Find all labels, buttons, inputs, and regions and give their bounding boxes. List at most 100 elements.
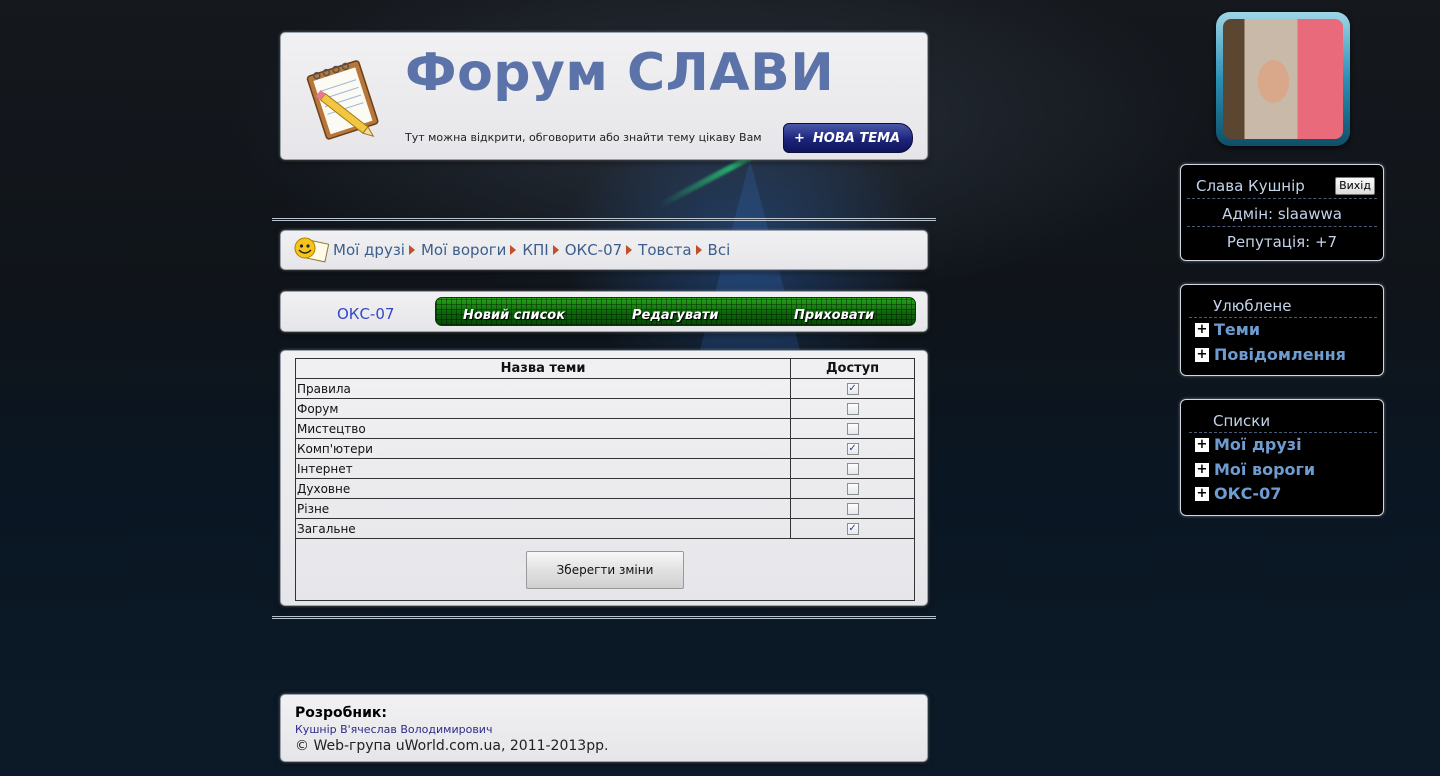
favorites-messages-label: Повідомлення [1214,345,1346,364]
table-header-row: Назва теми Доступ [294,358,915,379]
breadcrumb-enemies[interactable]: Мої вороги [421,241,506,259]
list-actions-bar: Новий список Редагувати Приховати [435,297,916,326]
lists-item-oks07[interactable]: + ОКС-07 [1195,484,1281,503]
table-row: Різне [294,498,915,519]
access-cell: ✓ [790,518,915,539]
reputation: Репутація: +7 [1226,233,1338,251]
topic-name: Загальне [294,518,792,539]
edit-button[interactable]: Редагувати [632,308,719,323]
developer-title: Розробник: [295,705,388,721]
table-row: Загальне ✓ [294,518,915,539]
breadcrumb: Мої друзі Мої вороги КПІ ОКС-07 Товста В… [280,230,928,270]
forum-header: Форум СЛАВИ Тут можна відкрити, обговори… [280,32,928,160]
notepad-pencil-icon [306,60,379,140]
favorites-messages[interactable]: + Повідомлення [1195,345,1346,364]
arrow-right-icon [626,245,633,255]
new-list-button[interactable]: Новий список [463,308,565,323]
access-checkbox[interactable] [846,503,859,515]
smiley-icon [294,237,329,263]
expand-plus-icon: + [1195,485,1209,501]
access-checkbox[interactable] [846,463,859,475]
divider [1189,317,1377,318]
lists-item-friends[interactable]: + Мої друзі [1195,435,1302,454]
arrow-right-icon [552,245,559,255]
expand-plus-icon: + [1195,436,1209,452]
save-row: Зберегти зміни [295,538,915,601]
logout-button[interactable]: Вихід [1335,177,1375,195]
plus-icon: + [794,130,805,146]
table-row: Мистецтво [294,418,915,439]
topic-name: Духовне [294,478,792,499]
topic-name: Мистецтво [294,418,792,439]
table-row: Інтернет [294,458,915,479]
lists-panel: Списки + Мої друзі + Мої вороги + ОКС-07 [1180,399,1384,516]
divider [272,218,936,221]
table-row: Комп'ютери ✓ [294,438,915,459]
avatar[interactable] [1216,12,1350,146]
lists-item-label: Мої друзі [1214,435,1302,454]
breadcrumb-kpi[interactable]: КПІ [522,241,548,259]
breadcrumb-friends[interactable]: Мої друзі [333,241,405,259]
lists-item-enemies[interactable]: + Мої вороги [1195,460,1315,479]
breadcrumb-all[interactable]: Всі [708,241,731,259]
user-name[interactable]: Слава Кушнір [1196,177,1305,195]
access-cell [790,458,915,479]
divider [1187,198,1377,199]
lists-item-label: ОКС-07 [1214,484,1282,503]
arrow-right-icon [695,245,702,255]
breadcrumb-oks07[interactable]: ОКС-07 [565,241,622,259]
user-photo [1223,19,1343,139]
access-cell [790,498,915,519]
table-row: Духовне [294,478,915,499]
topic-name: Різне [294,498,792,519]
new-topic-button[interactable]: + НОВА ТЕМА [783,123,913,153]
table-row: Правила ✓ [294,378,915,399]
page-title: Форум СЛАВИ [405,43,835,103]
user-info-panel: Слава Кушнір Вихід Адмін: slaawwa Репута… [1180,164,1384,261]
footer: Розробник: Кушнір В'ячеслав Володимирови… [280,694,928,762]
access-cell: ✓ [790,438,915,459]
topic-name: Інтернет [294,458,792,479]
topic-name: Форум [294,398,792,419]
topic-name: Комп'ютери [294,438,792,459]
developer-name[interactable]: Кушнір В'ячеслав Володимирович [295,723,913,736]
expand-plus-icon: + [1195,321,1209,337]
expand-plus-icon: + [1195,346,1209,362]
copyright: © Web-група uWorld.com.ua, 2011-2013рр. [295,738,609,754]
arrow-right-icon [510,245,517,255]
column-header-access: Доступ [790,358,915,379]
topic-name: Правила [294,378,792,399]
favorites-panel: Улюблене + Теми + Повідомлення [1180,284,1384,376]
save-changes-button[interactable]: Зберегти зміни [526,550,684,589]
admin-login: Адмін: slaawwa [1222,205,1342,223]
current-list-link[interactable]: ОКС-07 [337,305,394,323]
access-checkbox[interactable] [846,423,859,435]
favorites-title: Улюблене [1213,297,1292,315]
access-cell [790,398,915,419]
site-tagline: Тут можна відкрити, обговорити або знайт… [405,131,762,144]
access-checkbox[interactable]: ✓ [846,383,859,395]
column-header-topic: Назва теми [294,358,792,379]
lists-title: Списки [1213,412,1271,430]
divider [1187,226,1377,227]
topic-access-table: Назва теми Доступ Правила ✓ Форум Мистецтво… [294,358,915,601]
new-topic-label: НОВА ТЕМА [812,130,901,146]
favorites-topics-label: Теми [1214,320,1261,339]
access-cell [790,418,915,439]
access-checkbox[interactable] [846,403,859,415]
access-checkbox[interactable] [846,483,859,495]
access-checkbox[interactable]: ✓ [846,443,859,455]
lists-item-label: Мої вороги [1214,460,1316,479]
arrow-right-icon [408,245,415,255]
hide-button[interactable]: Приховати [794,308,874,323]
access-cell: ✓ [790,378,915,399]
access-table-panel: Назва теми Доступ Правила ✓ Форум Мистецтво… [280,350,928,606]
access-cell [790,478,915,499]
favorites-topics[interactable]: + Теми [1195,320,1260,339]
breadcrumb-tovsta[interactable]: Товста [638,241,691,259]
table-row: Форум [294,398,915,419]
list-toolbar: ОКС-07 Новий список Редагувати Приховати [280,291,928,332]
divider [272,616,936,619]
access-checkbox[interactable]: ✓ [846,523,859,535]
expand-plus-icon: + [1195,461,1209,477]
